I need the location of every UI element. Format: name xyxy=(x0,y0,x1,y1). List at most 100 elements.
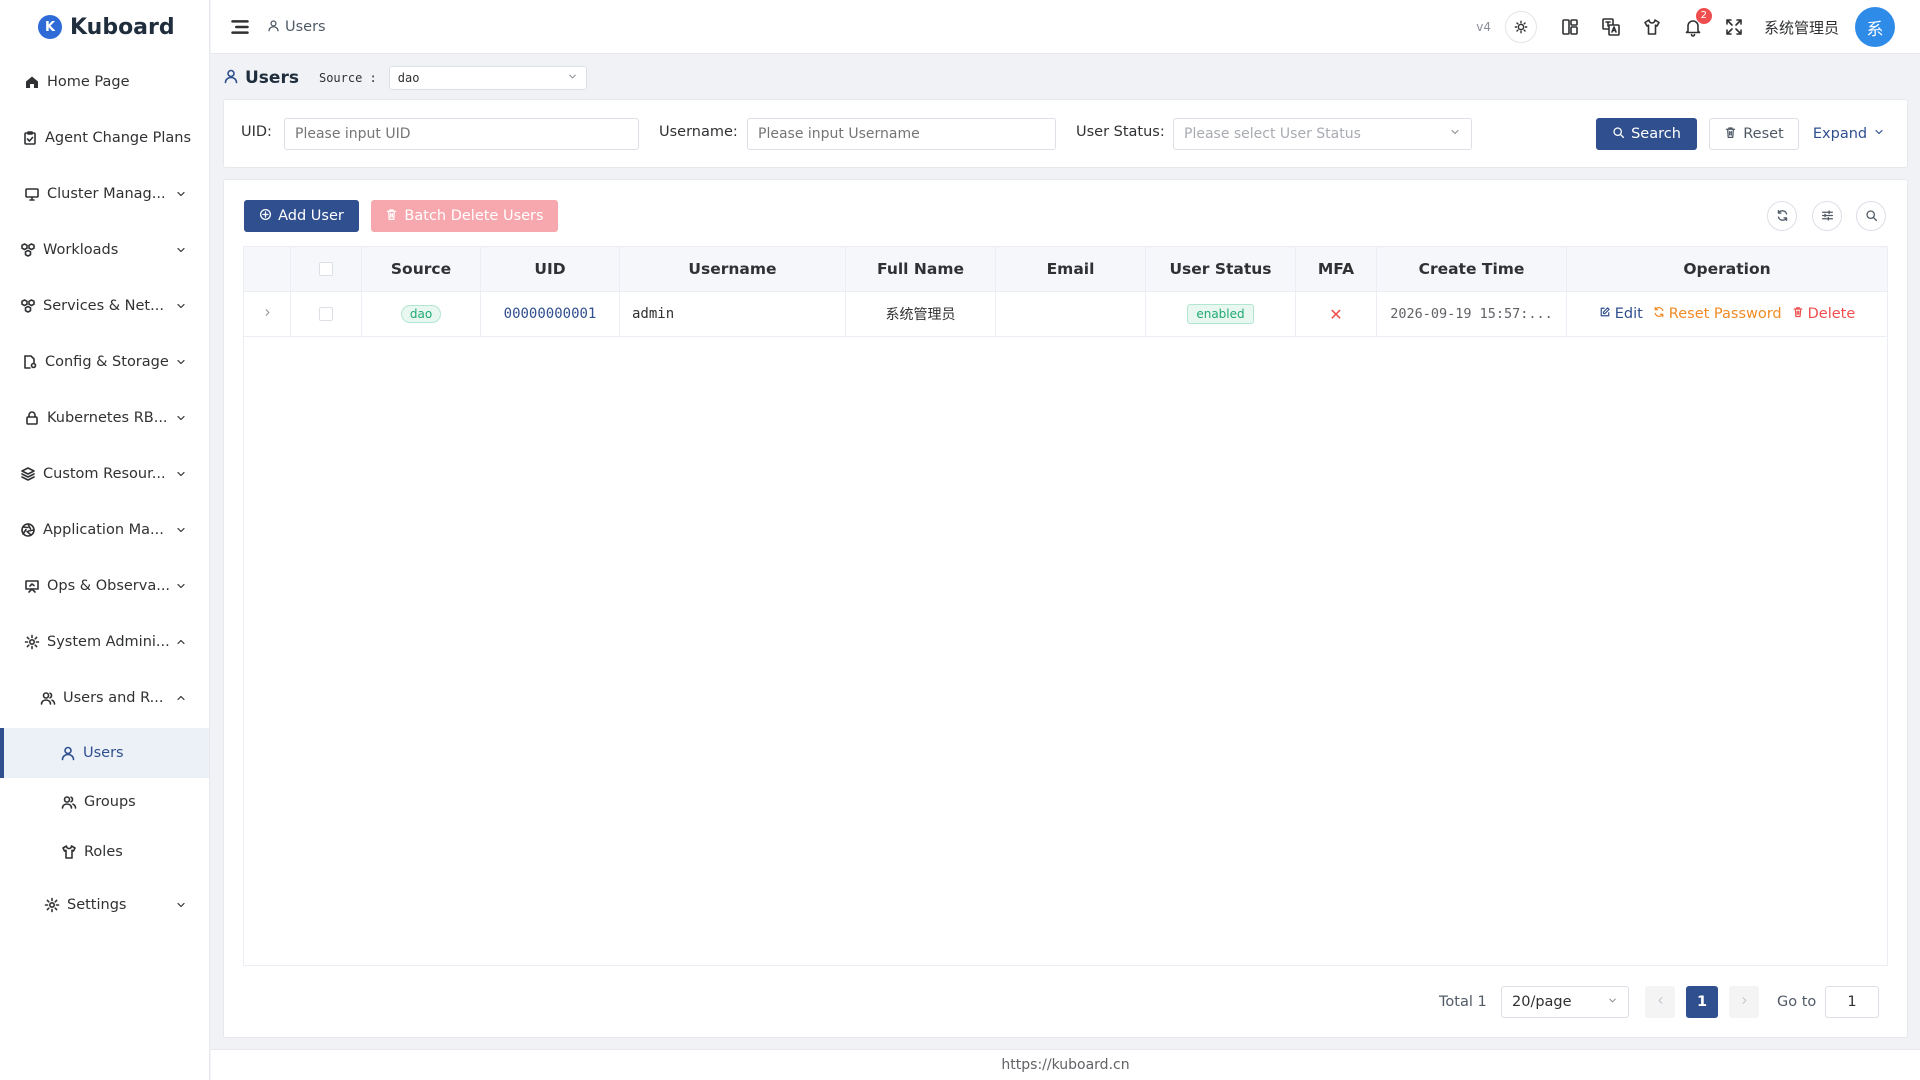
sidebar-item-label: Agent Change Plans xyxy=(45,130,192,146)
notification-bell-button[interactable]: 2 xyxy=(1676,8,1712,44)
page-size-value: 20/page xyxy=(1512,994,1572,1010)
goto-label: Go to xyxy=(1777,994,1817,1010)
column-header-full-name[interactable]: Full Name xyxy=(846,247,996,292)
goto-page-input[interactable]: 1 xyxy=(1825,986,1879,1018)
edit-button[interactable]: Edit xyxy=(1599,306,1643,322)
operation-cell: Edit Reset Password Delete xyxy=(1567,292,1887,337)
reset-password-button[interactable]: Reset Password xyxy=(1653,306,1782,322)
kuboard-logo-icon: K xyxy=(38,15,62,39)
column-header-mfa[interactable]: MFA xyxy=(1296,247,1377,292)
sun-icon xyxy=(1514,20,1528,34)
edit-label: Edit xyxy=(1614,306,1643,322)
sidebar-item-roles[interactable]: Roles xyxy=(0,832,209,872)
add-user-button[interactable]: Add User xyxy=(244,200,359,232)
sidebar-item-users-and-roles[interactable]: Users and R... xyxy=(0,678,209,718)
translate-icon[interactable] xyxy=(1594,10,1628,44)
footer-link[interactable]: https://kuboard.cn xyxy=(1001,1057,1129,1073)
sidebar-item-application-management[interactable]: Application Ma... xyxy=(0,510,209,550)
layers-icon xyxy=(19,465,37,483)
user-status-select[interactable]: Please select User Status xyxy=(1173,118,1472,150)
batch-delete-button[interactable]: Batch Delete Users xyxy=(371,200,558,232)
user-icon xyxy=(59,744,77,762)
column-settings-button[interactable] xyxy=(1812,201,1842,231)
sidebar-item-workloads[interactable]: Workloads xyxy=(0,230,209,270)
column-header-user-status[interactable]: User Status xyxy=(1146,247,1296,292)
column-header-create-time[interactable]: Create Time xyxy=(1377,247,1567,292)
uid-input[interactable] xyxy=(284,118,639,150)
sidebar-item-services-networking[interactable]: Services & Net... xyxy=(0,286,209,326)
chevron-up-icon xyxy=(173,634,189,650)
trash-icon xyxy=(1792,306,1804,322)
users-table: Source UID Username Full Name Email User… xyxy=(243,246,1888,966)
layout-switch-icon[interactable] xyxy=(1553,10,1587,44)
batch-delete-label: Batch Delete Users xyxy=(404,208,544,224)
sidebar-item-config-storage[interactable]: Config & Storage xyxy=(0,342,209,382)
current-user-name[interactable]: 系统管理员 xyxy=(1764,17,1839,38)
delete-button[interactable]: Delete xyxy=(1792,306,1856,322)
chevron-down-icon xyxy=(173,466,189,482)
cubes-icon xyxy=(19,297,37,315)
user-icon xyxy=(223,68,239,88)
sidebar-item-cluster-management[interactable]: Cluster Manag... xyxy=(0,174,209,214)
users-icon xyxy=(39,689,57,707)
sidebar-item-users[interactable]: Users xyxy=(0,728,209,778)
page-1-button[interactable]: 1 xyxy=(1686,986,1718,1018)
menu-toggle-icon[interactable] xyxy=(227,10,253,44)
column-header-source[interactable]: Source xyxy=(362,247,481,292)
source-label: Source : xyxy=(318,71,377,85)
email-cell xyxy=(996,292,1146,337)
next-page-button[interactable] xyxy=(1729,986,1759,1018)
refresh-button[interactable] xyxy=(1767,201,1797,231)
status-badge: enabled xyxy=(1187,304,1254,324)
prev-page-button[interactable] xyxy=(1645,986,1675,1018)
reset-button[interactable]: Reset xyxy=(1709,118,1799,150)
theme-toggle-button[interactable] xyxy=(1504,11,1537,43)
app-logo[interactable]: K Kuboard xyxy=(0,0,209,54)
column-header-email[interactable]: Email xyxy=(996,247,1146,292)
column-header-uid[interactable]: UID xyxy=(481,247,620,292)
sidebar-item-label: Cluster Manag... xyxy=(47,186,166,202)
search-button[interactable]: Search xyxy=(1596,118,1697,150)
row-checkbox[interactable] xyxy=(319,307,333,321)
sidebar-item-kubernetes-rbac[interactable]: Kubernetes RB... xyxy=(0,398,209,438)
fullscreen-icon[interactable] xyxy=(1717,10,1751,44)
avatar[interactable]: 系 xyxy=(1855,7,1895,47)
sidebar-item-label: Users xyxy=(83,745,124,761)
user-status-placeholder: Please select User Status xyxy=(1184,126,1361,142)
column-header-username[interactable]: Username xyxy=(620,247,846,292)
expand-button[interactable]: Expand xyxy=(1812,118,1886,150)
row-expand-toggle[interactable] xyxy=(244,292,291,337)
sidebar-item-label: Ops & Observa... xyxy=(47,578,171,594)
cubes-icon xyxy=(19,241,37,259)
aperture-icon xyxy=(19,521,37,539)
page-size-select[interactable]: 20/page xyxy=(1501,986,1629,1018)
users-icon xyxy=(60,793,78,811)
chevron-down-icon xyxy=(1607,994,1618,1010)
sidebar-item-ops-observability[interactable]: Ops & Observa... xyxy=(0,566,209,606)
expand-button-label: Expand xyxy=(1812,126,1868,142)
sidebar-item-system-administration[interactable]: System Admini... xyxy=(0,622,209,662)
sidebar-item-settings[interactable]: Settings xyxy=(0,885,209,925)
username-input[interactable] xyxy=(747,118,1056,150)
refresh-icon xyxy=(1776,207,1789,226)
uid-cell[interactable]: 00000000001 xyxy=(481,292,620,337)
source-select[interactable]: dao xyxy=(388,66,587,90)
sidebar-item-agent-change-plans[interactable]: Agent Change Plans xyxy=(0,118,209,158)
tshirt-icon xyxy=(60,843,78,861)
sidebar-item-custom-resources[interactable]: Custom Resour... xyxy=(0,454,209,494)
sidebar-item-label: Config & Storage xyxy=(45,354,169,370)
table-search-button[interactable] xyxy=(1856,201,1886,231)
sidebar-item-groups[interactable]: Groups xyxy=(0,782,209,822)
delete-label: Delete xyxy=(1807,306,1856,322)
sidebar-item-label: Settings xyxy=(67,897,127,913)
select-all-checkbox[interactable] xyxy=(319,262,333,276)
sidebar-item-label: Custom Resour... xyxy=(43,466,166,482)
sidebar-item-label: Groups xyxy=(84,794,136,810)
sliders-icon xyxy=(1821,207,1834,226)
skin-tshirt-icon[interactable] xyxy=(1635,10,1669,44)
breadcrumb-current[interactable]: Users xyxy=(285,19,326,35)
user-icon xyxy=(267,19,280,36)
source-select-value: dao xyxy=(397,71,420,85)
sidebar-item-home[interactable]: Home Page xyxy=(0,62,209,102)
search-button-label: Search xyxy=(1631,126,1681,142)
